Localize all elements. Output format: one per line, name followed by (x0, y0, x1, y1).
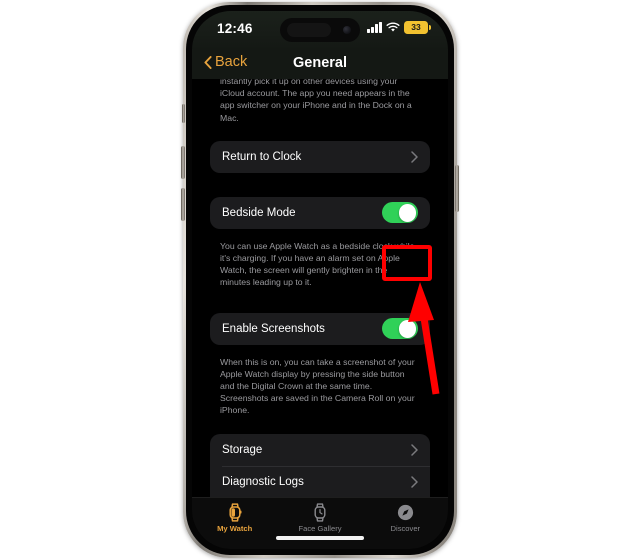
toggle-knob (398, 203, 417, 222)
tab-my-watch[interactable]: My Watch (192, 503, 277, 533)
bedside-mode-footnote: You can use Apple Watch as a bedside clo… (220, 240, 415, 288)
wifi-icon (386, 22, 400, 32)
row-label-bedside-mode: Bedside Mode (222, 206, 296, 219)
chevron-right-icon (411, 151, 418, 163)
mute-switch[interactable] (182, 104, 185, 123)
return-to-clock-card: Return to Clock (210, 140, 430, 173)
dynamic-island-pill (287, 23, 331, 37)
row-label-storage: Storage (222, 443, 263, 456)
tab-label-discover: Discover (390, 524, 421, 533)
page-title: General (293, 55, 347, 71)
navigation-bar: Back General (192, 51, 448, 79)
row-label-diagnostic-logs: Diagnostic Logs (222, 475, 304, 488)
watch-filled-icon (228, 503, 242, 522)
bedside-mode-card: Bedside Mode (210, 196, 430, 229)
enable-screenshots-footnote: When this is on, you can take a screensh… (220, 356, 415, 416)
battery-icon: 33 (404, 21, 431, 34)
chevron-right-icon (411, 443, 418, 456)
volume-up-button[interactable] (181, 146, 185, 179)
enable-screenshots-toggle[interactable] (382, 318, 418, 340)
handoff-footnote: instantly pick it up on other devices us… (220, 79, 412, 123)
tab-label-face-gallery: Face Gallery (298, 524, 342, 533)
enable-screenshots-card: Enable Screenshots (210, 312, 430, 345)
settings-scroll-view[interactable]: instantly pick it up on other devices us… (192, 79, 448, 509)
phone-screen: 12:46 33 Back General instantly pick it … (192, 11, 448, 549)
row-enable-screenshots[interactable]: Enable Screenshots (210, 313, 430, 345)
chevron-right-icon (411, 475, 418, 488)
row-bedside-mode[interactable]: Bedside Mode (210, 197, 430, 229)
side-button[interactable] (455, 165, 459, 212)
row-diagnostic-logs[interactable]: Diagnostic Logs (210, 465, 430, 498)
battery-level: 33 (411, 22, 421, 32)
bedside-mode-toggle[interactable] (382, 202, 418, 224)
tab-bar: My Watch Face Gallery Discover (192, 497, 448, 549)
status-bar-indicators: 33 (367, 21, 431, 34)
volume-down-button[interactable] (181, 188, 185, 221)
signal-bars-icon (367, 21, 382, 33)
tab-discover[interactable]: Discover (363, 503, 448, 533)
home-indicator[interactable] (276, 536, 364, 540)
tab-face-gallery[interactable]: Face Gallery (277, 503, 362, 533)
row-storage[interactable]: Storage (210, 434, 430, 466)
compass-icon (397, 503, 414, 522)
row-return-to-clock[interactable]: Return to Clock (210, 141, 430, 173)
status-bar: 12:46 33 (192, 11, 448, 51)
row-label-return-to-clock: Return to Clock (222, 150, 302, 163)
front-camera-icon (343, 26, 351, 34)
watch-outline-icon (313, 503, 327, 522)
tab-label-my-watch: My Watch (217, 524, 253, 533)
screenshot-stage: 12:46 33 Back General instantly pick it … (0, 0, 640, 560)
row-label-enable-screenshots: Enable Screenshots (222, 322, 325, 335)
status-bar-time: 12:46 (217, 21, 253, 36)
toggle-knob (398, 319, 417, 338)
dynamic-island (280, 18, 360, 42)
